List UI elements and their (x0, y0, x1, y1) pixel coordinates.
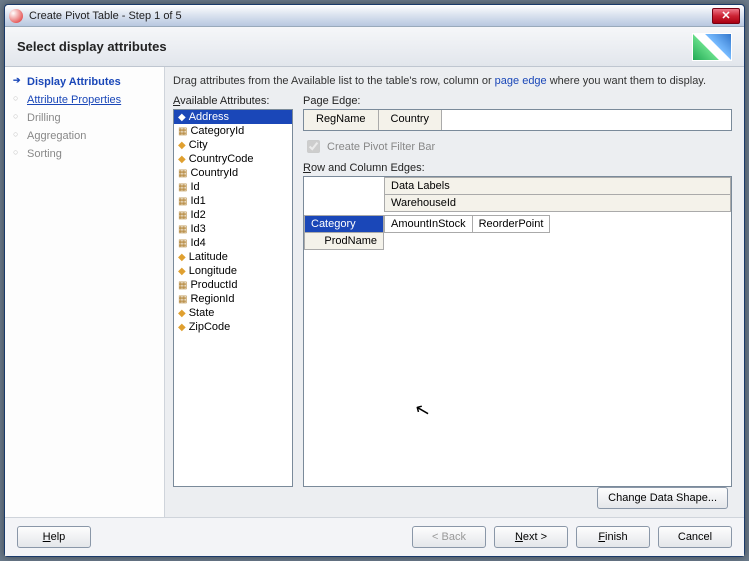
available-item[interactable]: Id2 (174, 208, 292, 222)
available-item[interactable]: ProductId (174, 278, 292, 292)
wizard-steps-sidebar: Display AttributesAttribute PropertiesDr… (5, 67, 165, 517)
available-item[interactable]: City (174, 138, 292, 152)
sidebar-step-4: Sorting (5, 145, 164, 163)
close-icon[interactable]: ✕ (712, 8, 740, 24)
data-edge-item[interactable]: AmountInStock (384, 215, 473, 233)
wizard-header: Select display attributes (5, 27, 744, 67)
available-item[interactable]: CategoryId (174, 124, 292, 138)
available-item[interactable]: CountryId (174, 166, 292, 180)
available-item[interactable]: Latitude (174, 250, 292, 264)
available-item[interactable]: State (174, 306, 292, 320)
instruction-text: Drag attributes from the Available list … (173, 75, 732, 87)
available-item[interactable]: Id4 (174, 236, 292, 250)
page-edge-link[interactable]: page edge (495, 75, 547, 87)
sidebar-step-2: Drilling (5, 109, 164, 127)
create-filter-label: Create Pivot Filter Bar (327, 141, 435, 153)
next-button[interactable]: Next > (494, 526, 568, 548)
page-edge-item[interactable]: RegName (304, 110, 379, 130)
column-edge-item[interactable]: Data Labels (384, 177, 731, 195)
page-edge-item[interactable]: Country (379, 110, 443, 130)
available-item[interactable]: CountryCode (174, 152, 292, 166)
available-attributes-list[interactable]: AddressCategoryIdCityCountryCodeCountryI… (173, 109, 293, 487)
header-logo (692, 33, 732, 61)
available-item[interactable]: Id3 (174, 222, 292, 236)
available-label: Available Attributes: (173, 95, 293, 107)
cancel-button[interactable]: Cancel (658, 526, 732, 548)
change-data-shape-button[interactable]: Change Data Shape... (597, 487, 728, 509)
app-icon (9, 9, 23, 23)
create-filter-checkbox (307, 140, 320, 153)
help-button[interactable]: Help (17, 526, 91, 548)
available-item[interactable]: Id (174, 180, 292, 194)
titlebar[interactable]: Create Pivot Table - Step 1 of 5 ✕ (5, 5, 744, 27)
data-edge-item[interactable]: ReorderPoint (472, 215, 551, 233)
sidebar-step-3: Aggregation (5, 127, 164, 145)
available-item[interactable]: RegionId (174, 292, 292, 306)
page-edge-dropzone[interactable]: RegNameCountry (303, 109, 732, 131)
row-edge-item[interactable]: Category (304, 215, 384, 233)
wizard-footer: Help < Back Next > Finish Cancel (5, 517, 744, 556)
back-button: < Back (412, 526, 486, 548)
column-edge-item[interactable]: WarehouseId (384, 194, 731, 212)
available-item[interactable]: Id1 (174, 194, 292, 208)
page-edge-label: Page Edge: (303, 95, 732, 107)
sidebar-step-1[interactable]: Attribute Properties (5, 91, 164, 109)
finish-button[interactable]: Finish (576, 526, 650, 548)
wizard-window: Create Pivot Table - Step 1 of 5 ✕ Selec… (4, 4, 745, 557)
sidebar-step-0: Display Attributes (5, 73, 164, 91)
rowcol-edges-dropzone[interactable]: Data LabelsWarehouseId CategoryProdName … (303, 176, 732, 487)
row-edge-item[interactable]: ProdName (304, 232, 384, 250)
available-item[interactable]: Longitude (174, 264, 292, 278)
window-title: Create Pivot Table - Step 1 of 5 (29, 10, 182, 22)
available-item[interactable]: Address (174, 110, 292, 124)
page-title: Select display attributes (17, 39, 167, 54)
rowcol-label: Row and Column Edges: (303, 162, 732, 174)
available-item[interactable]: ZipCode (174, 320, 292, 334)
